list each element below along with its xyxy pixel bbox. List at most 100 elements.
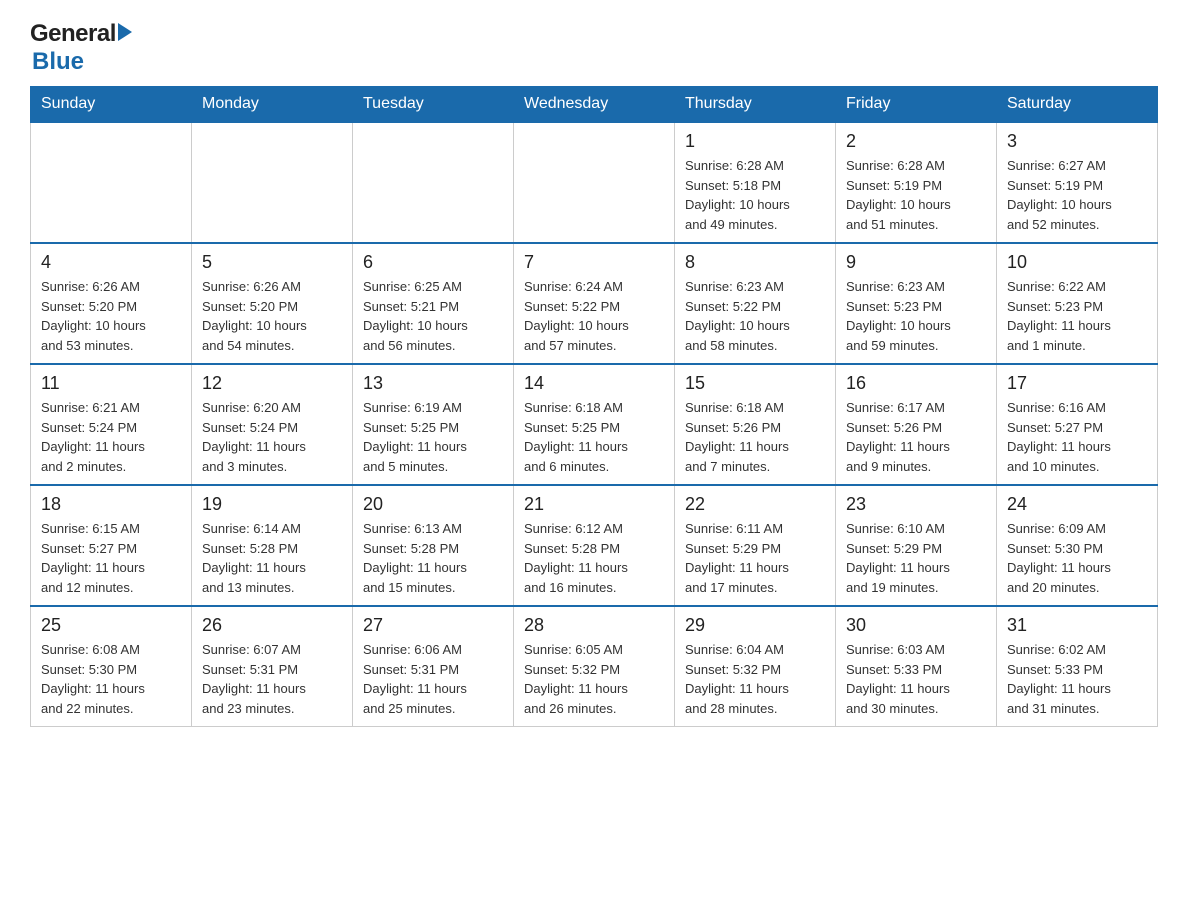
day-number: 23 <box>846 494 986 515</box>
day-info: Sunrise: 6:26 AM Sunset: 5:20 PM Dayligh… <box>202 277 342 355</box>
day-info: Sunrise: 6:28 AM Sunset: 5:19 PM Dayligh… <box>846 156 986 234</box>
day-info: Sunrise: 6:08 AM Sunset: 5:30 PM Dayligh… <box>41 640 181 718</box>
day-cell-23: 23 Sunrise: 6:10 AM Sunset: 5:29 PM Dayli… <box>836 485 997 606</box>
logo: General Blue <box>30 20 132 76</box>
day-cell-19: 19 Sunrise: 6:14 AM Sunset: 5:28 PM Dayli… <box>192 485 353 606</box>
day-info: Sunrise: 6:27 AM Sunset: 5:19 PM Dayligh… <box>1007 156 1147 234</box>
day-info: Sunrise: 6:09 AM Sunset: 5:30 PM Dayligh… <box>1007 519 1147 597</box>
day-info: Sunrise: 6:15 AM Sunset: 5:27 PM Dayligh… <box>41 519 181 597</box>
day-cell-7: 7 Sunrise: 6:24 AM Sunset: 5:22 PM Daylig… <box>514 243 675 364</box>
day-cell-26: 26 Sunrise: 6:07 AM Sunset: 5:31 PM Dayli… <box>192 606 353 727</box>
day-cell-1: 1 Sunrise: 6:28 AM Sunset: 5:18 PM Daylig… <box>675 122 836 243</box>
day-cell-6: 6 Sunrise: 6:25 AM Sunset: 5:21 PM Daylig… <box>353 243 514 364</box>
day-number: 28 <box>524 615 664 636</box>
page-header: General Blue <box>30 20 1158 76</box>
empty-cell <box>31 122 192 243</box>
day-number: 4 <box>41 252 181 273</box>
day-info: Sunrise: 6:24 AM Sunset: 5:22 PM Dayligh… <box>524 277 664 355</box>
week-row-5: 25Sunrise: 6:08 AM Sunset: 5:30 PM Dayli… <box>31 606 1158 727</box>
day-number: 17 <box>1007 373 1147 394</box>
day-info: Sunrise: 6:28 AM Sunset: 5:18 PM Dayligh… <box>685 156 825 234</box>
day-info: Sunrise: 6:11 AM Sunset: 5:29 PM Dayligh… <box>685 519 825 597</box>
day-cell-8: 8 Sunrise: 6:23 AM Sunset: 5:22 PM Daylig… <box>675 243 836 364</box>
logo-blue-text: Blue <box>32 48 84 76</box>
day-cell-15: 15Sunrise: 6:18 AM Sunset: 5:26 PM Dayli… <box>675 364 836 485</box>
day-number: 12 <box>202 373 342 394</box>
day-cell-30: 30 Sunrise: 6:03 AM Sunset: 5:33 PM Dayli… <box>836 606 997 727</box>
day-info: Sunrise: 6:10 AM Sunset: 5:29 PM Dayligh… <box>846 519 986 597</box>
calendar-table: SundayMondayTuesdayWednesdayThursdayFrid… <box>30 86 1158 727</box>
logo-general-text: General <box>30 20 116 48</box>
logo-arrow-icon <box>118 23 132 41</box>
week-row-1: 1 Sunrise: 6:28 AM Sunset: 5:18 PM Daylig… <box>31 122 1158 243</box>
day-info: Sunrise: 6:17 AM Sunset: 5:26 PM Dayligh… <box>846 398 986 476</box>
day-info: Sunrise: 6:22 AM Sunset: 5:23 PM Dayligh… <box>1007 277 1147 355</box>
day-info: Sunrise: 6:20 AM Sunset: 5:24 PM Dayligh… <box>202 398 342 476</box>
day-cell-25: 25Sunrise: 6:08 AM Sunset: 5:30 PM Dayli… <box>31 606 192 727</box>
day-cell-31: 31 Sunrise: 6:02 AM Sunset: 5:33 PM Dayli… <box>997 606 1158 727</box>
day-cell-18: 18 Sunrise: 6:15 AM Sunset: 5:27 PM Dayli… <box>31 485 192 606</box>
day-info: Sunrise: 6:19 AM Sunset: 5:25 PM Dayligh… <box>363 398 503 476</box>
day-number: 14 <box>524 373 664 394</box>
empty-cell <box>514 122 675 243</box>
day-number: 19 <box>202 494 342 515</box>
day-number: 10 <box>1007 252 1147 273</box>
week-row-4: 18 Sunrise: 6:15 AM Sunset: 5:27 PM Dayli… <box>31 485 1158 606</box>
day-info: Sunrise: 6:26 AM Sunset: 5:20 PM Dayligh… <box>41 277 181 355</box>
week-row-3: 11Sunrise: 6:21 AM Sunset: 5:24 PM Dayli… <box>31 364 1158 485</box>
day-info: Sunrise: 6:14 AM Sunset: 5:28 PM Dayligh… <box>202 519 342 597</box>
day-number: 2 <box>846 131 986 152</box>
day-cell-20: 20 Sunrise: 6:13 AM Sunset: 5:28 PM Dayli… <box>353 485 514 606</box>
weekday-header-sunday: Sunday <box>31 87 192 123</box>
day-number: 20 <box>363 494 503 515</box>
day-info: Sunrise: 6:07 AM Sunset: 5:31 PM Dayligh… <box>202 640 342 718</box>
day-info: Sunrise: 6:18 AM Sunset: 5:25 PM Dayligh… <box>524 398 664 476</box>
day-cell-9: 9Sunrise: 6:23 AM Sunset: 5:23 PM Daylig… <box>836 243 997 364</box>
day-number: 3 <box>1007 131 1147 152</box>
day-info: Sunrise: 6:03 AM Sunset: 5:33 PM Dayligh… <box>846 640 986 718</box>
day-number: 9 <box>846 252 986 273</box>
weekday-header-row: SundayMondayTuesdayWednesdayThursdayFrid… <box>31 87 1158 123</box>
day-cell-16: 16 Sunrise: 6:17 AM Sunset: 5:26 PM Dayli… <box>836 364 997 485</box>
day-cell-28: 28 Sunrise: 6:05 AM Sunset: 5:32 PM Dayli… <box>514 606 675 727</box>
day-info: Sunrise: 6:02 AM Sunset: 5:33 PM Dayligh… <box>1007 640 1147 718</box>
day-cell-27: 27 Sunrise: 6:06 AM Sunset: 5:31 PM Dayli… <box>353 606 514 727</box>
day-info: Sunrise: 6:23 AM Sunset: 5:22 PM Dayligh… <box>685 277 825 355</box>
day-number: 22 <box>685 494 825 515</box>
day-info: Sunrise: 6:05 AM Sunset: 5:32 PM Dayligh… <box>524 640 664 718</box>
day-cell-17: 17 Sunrise: 6:16 AM Sunset: 5:27 PM Dayli… <box>997 364 1158 485</box>
day-info: Sunrise: 6:16 AM Sunset: 5:27 PM Dayligh… <box>1007 398 1147 476</box>
day-number: 21 <box>524 494 664 515</box>
day-number: 6 <box>363 252 503 273</box>
day-cell-13: 13 Sunrise: 6:19 AM Sunset: 5:25 PM Dayli… <box>353 364 514 485</box>
day-info: Sunrise: 6:25 AM Sunset: 5:21 PM Dayligh… <box>363 277 503 355</box>
day-number: 26 <box>202 615 342 636</box>
weekday-header-tuesday: Tuesday <box>353 87 514 123</box>
day-number: 7 <box>524 252 664 273</box>
day-number: 30 <box>846 615 986 636</box>
weekday-header-monday: Monday <box>192 87 353 123</box>
day-number: 1 <box>685 131 825 152</box>
day-number: 27 <box>363 615 503 636</box>
day-number: 18 <box>41 494 181 515</box>
week-row-2: 4 Sunrise: 6:26 AM Sunset: 5:20 PM Daylig… <box>31 243 1158 364</box>
day-number: 24 <box>1007 494 1147 515</box>
day-cell-3: 3 Sunrise: 6:27 AM Sunset: 5:19 PM Daylig… <box>997 122 1158 243</box>
day-number: 8 <box>685 252 825 273</box>
day-cell-12: 12 Sunrise: 6:20 AM Sunset: 5:24 PM Dayli… <box>192 364 353 485</box>
day-number: 16 <box>846 373 986 394</box>
day-number: 13 <box>363 373 503 394</box>
day-cell-29: 29Sunrise: 6:04 AM Sunset: 5:32 PM Dayli… <box>675 606 836 727</box>
day-cell-10: 10 Sunrise: 6:22 AM Sunset: 5:23 PM Dayli… <box>997 243 1158 364</box>
day-number: 31 <box>1007 615 1147 636</box>
day-cell-4: 4 Sunrise: 6:26 AM Sunset: 5:20 PM Daylig… <box>31 243 192 364</box>
weekday-header-wednesday: Wednesday <box>514 87 675 123</box>
weekday-header-thursday: Thursday <box>675 87 836 123</box>
empty-cell <box>192 122 353 243</box>
day-cell-11: 11Sunrise: 6:21 AM Sunset: 5:24 PM Dayli… <box>31 364 192 485</box>
day-cell-22: 22 Sunrise: 6:11 AM Sunset: 5:29 PM Dayli… <box>675 485 836 606</box>
day-info: Sunrise: 6:13 AM Sunset: 5:28 PM Dayligh… <box>363 519 503 597</box>
day-info: Sunrise: 6:06 AM Sunset: 5:31 PM Dayligh… <box>363 640 503 718</box>
weekday-header-saturday: Saturday <box>997 87 1158 123</box>
day-info: Sunrise: 6:04 AM Sunset: 5:32 PM Dayligh… <box>685 640 825 718</box>
